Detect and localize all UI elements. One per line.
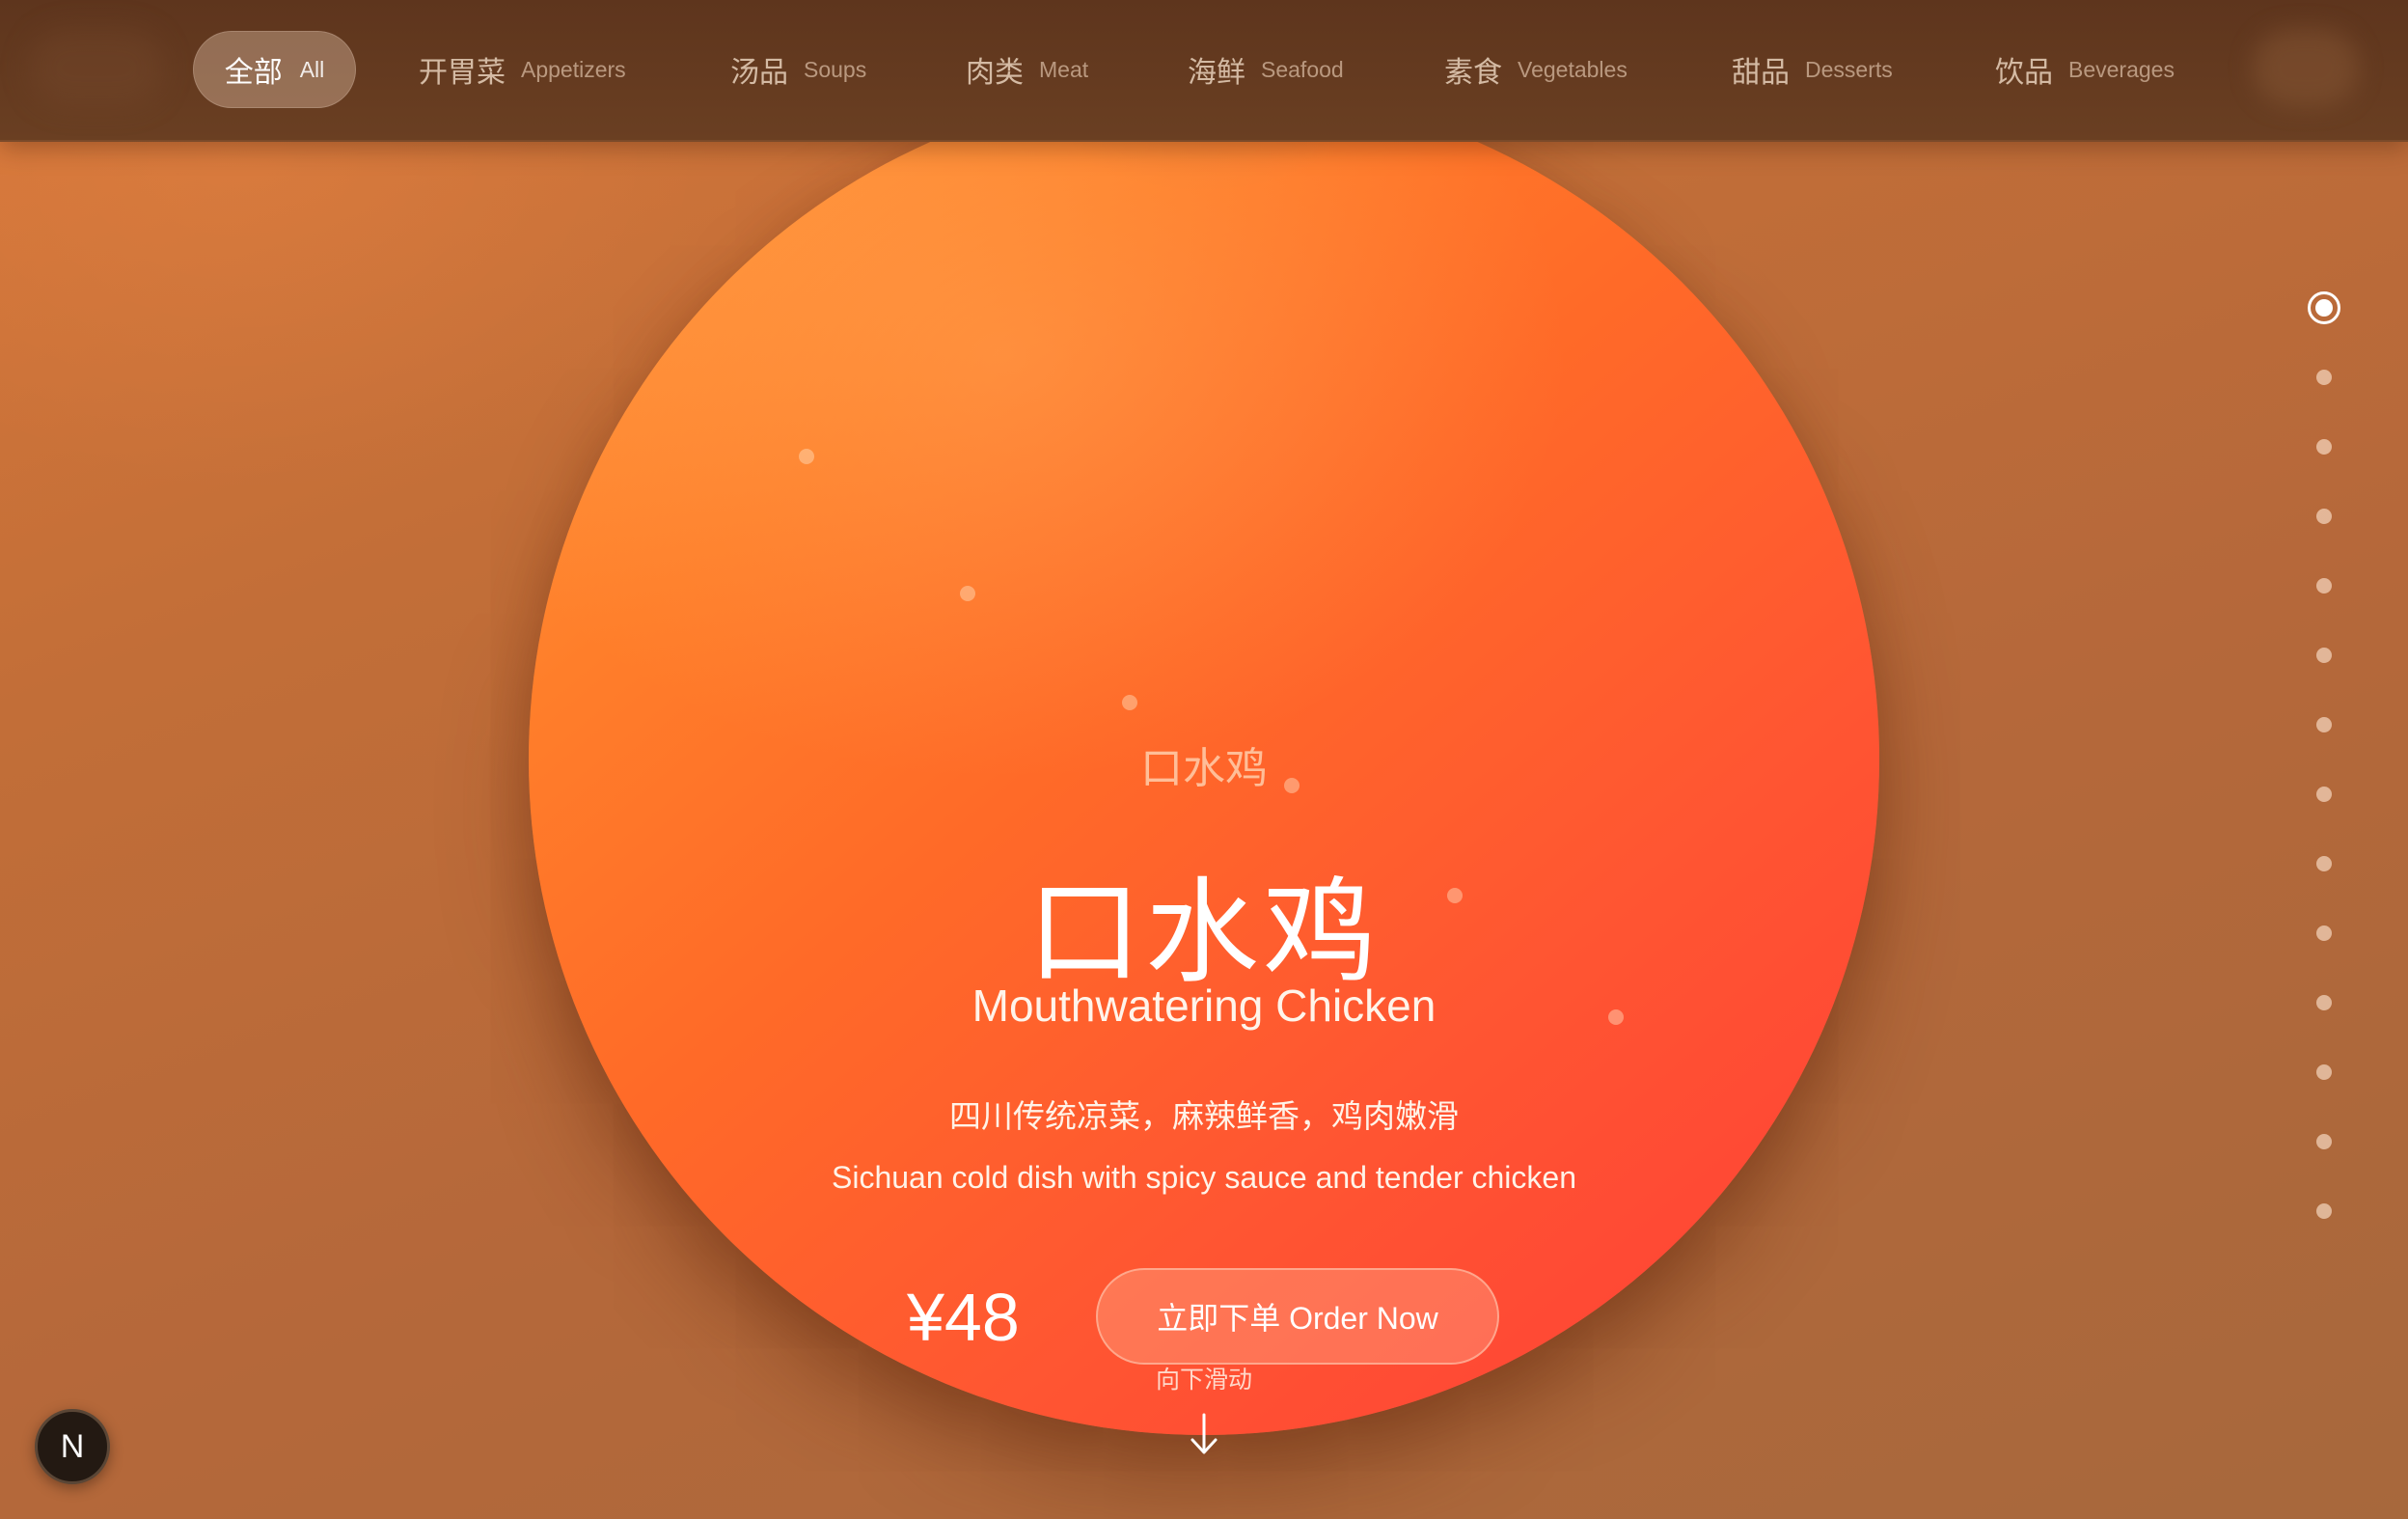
pagination-dot[interactable] xyxy=(2316,1203,2332,1219)
pagination-dot[interactable] xyxy=(2316,509,2332,524)
tab-zh-label: 肉类 xyxy=(966,56,1024,90)
floating-particle xyxy=(960,586,975,601)
pagination-dot[interactable] xyxy=(2316,370,2332,385)
tab-en-label: Beverages xyxy=(2068,56,2175,82)
tab-en-label: Seafood xyxy=(1261,56,1344,82)
app-badge[interactable]: N xyxy=(35,1409,110,1484)
nav-blur-right xyxy=(2253,29,2359,106)
tab-zh-label: 甜品 xyxy=(1732,56,1790,90)
tab-zh-label: 海鲜 xyxy=(1188,56,1245,90)
dish-price: ¥48 xyxy=(907,1280,1020,1355)
pagination-dot[interactable] xyxy=(2316,439,2332,455)
dish-description-en: Sichuan cold dish with spicy sauce and t… xyxy=(832,1160,1576,1195)
scroll-hint: 向下滑动 xyxy=(1155,1366,1252,1394)
tab-zh-label: 饮品 xyxy=(1995,56,2053,90)
tab-meat[interactable]: 肉类 Meat xyxy=(966,31,1088,108)
tab-en-label: Desserts xyxy=(1805,56,1893,82)
floating-particle xyxy=(1122,695,1137,710)
tab-soups[interactable]: 汤品 Soups xyxy=(730,31,866,108)
pagination-dot[interactable] xyxy=(2316,1064,2332,1080)
pagination-dot[interactable] xyxy=(2316,995,2332,1010)
dish-name-faded: 口水鸡 xyxy=(1140,744,1268,793)
tab-en-label: Meat xyxy=(1039,56,1089,82)
pagination-dot[interactable] xyxy=(2316,925,2332,941)
tab-en-label: Vegetables xyxy=(1518,56,1628,82)
tab-beverages[interactable]: 饮品 Beverages xyxy=(1995,31,2175,108)
floating-particle xyxy=(799,449,814,464)
pagination-dot[interactable] xyxy=(2316,717,2332,732)
pagination-dot[interactable] xyxy=(2316,856,2332,871)
tab-zh-label: 全部 xyxy=(224,56,283,90)
dish-description-zh: 四川传统凉菜，麻辣鲜香，鸡肉嫩滑 xyxy=(949,1097,1459,1135)
arrow-down-icon[interactable] xyxy=(1187,1411,1221,1457)
pagination-dot[interactable] xyxy=(2316,1134,2332,1149)
pagination-dot[interactable] xyxy=(2316,578,2332,594)
tab-en-label: Appetizers xyxy=(521,56,626,82)
tab-zh-label: 汤品 xyxy=(730,56,788,90)
tab-zh-label: 素食 xyxy=(1444,56,1502,90)
pagination-dot[interactable] xyxy=(2316,787,2332,802)
tab-en-label: All xyxy=(299,56,325,82)
tab-appetizers[interactable]: 开胃菜 Appetizers xyxy=(419,31,626,108)
pagination-dot-active[interactable] xyxy=(2308,291,2340,324)
category-nav: 全部 All 开胃菜 Appetizers 汤品 Soups 肉类 Meat 海… xyxy=(0,0,2408,142)
tab-vegetables[interactable]: 素食 Vegetables xyxy=(1444,31,1628,108)
pagination-dot[interactable] xyxy=(2316,648,2332,663)
tab-en-label: Soups xyxy=(804,56,867,82)
tab-all[interactable]: 全部 All xyxy=(193,31,356,108)
tab-desserts[interactable]: 甜品 Desserts xyxy=(1732,31,1893,108)
nav-blur-left xyxy=(29,29,164,106)
tab-seafood[interactable]: 海鲜 Seafood xyxy=(1188,31,1344,108)
tab-zh-label: 开胃菜 xyxy=(419,56,506,90)
order-now-button[interactable]: 立即下单 Order Now xyxy=(1096,1268,1499,1365)
dish-subtitle: Mouthwatering Chicken xyxy=(971,980,1437,1031)
